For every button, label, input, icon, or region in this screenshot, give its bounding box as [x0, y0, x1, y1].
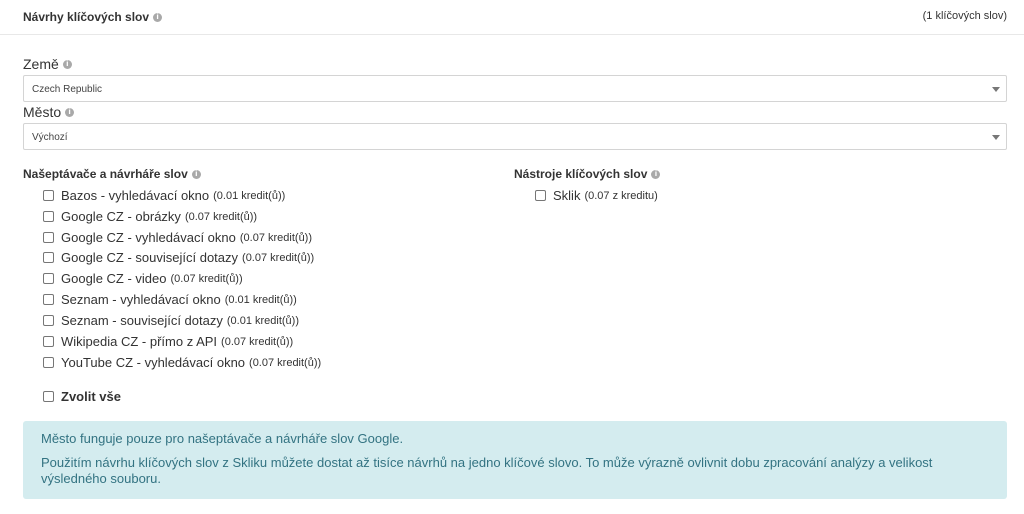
select-all-option[interactable]: Zvolit vše: [43, 389, 121, 404]
city-select-value: Výchozí: [32, 132, 68, 143]
checkbox[interactable]: [43, 357, 54, 368]
option-price: (0.07 kredit(ů)): [221, 335, 294, 348]
country-select[interactable]: Czech Republic: [23, 75, 1007, 102]
suggester-option-google-related[interactable]: Google CZ - související dotazy (0.07 kre…: [43, 250, 314, 265]
info-alert: Město funguje pouze pro našeptávače a ná…: [23, 421, 1007, 499]
option-label: Sklik: [553, 188, 581, 203]
chevron-down-icon: [992, 135, 1000, 140]
info-icon[interactable]: i: [651, 169, 661, 179]
option-price: (0.07 kredit(ů)): [239, 231, 313, 244]
checkbox[interactable]: [43, 273, 54, 284]
tool-option-sklik[interactable]: Sklik (0.07 z kreditu): [535, 188, 658, 203]
info-icon[interactable]: i: [65, 107, 75, 117]
suggester-option-bazos[interactable]: Bazos - vyhledávací okno (0.01 kredit(ů)…: [43, 188, 285, 203]
option-price: (0.07 kredit(ů)): [249, 356, 322, 369]
city-label-text: Město: [23, 104, 62, 120]
panel-title: Návrhy klíčových slov i: [23, 10, 163, 24]
checkbox[interactable]: [43, 211, 54, 222]
checkbox[interactable]: [43, 252, 54, 263]
select-all-label: Zvolit vše: [61, 389, 121, 404]
option-price: (0.07 kredit(ů)): [170, 272, 243, 285]
suggesters-title-text: Našeptávače a návrháře slov: [23, 167, 188, 181]
option-label: Seznam - vyhledávací okno: [61, 292, 221, 307]
option-label: Seznam - související dotazy: [61, 313, 223, 328]
option-label: Google CZ - obrázky: [61, 209, 181, 224]
option-price: (0.07 kredit(ů)): [184, 210, 258, 223]
option-label: Google CZ - video: [61, 271, 167, 286]
checkbox[interactable]: [535, 190, 546, 201]
info-icon[interactable]: i: [153, 12, 163, 22]
keyword-count: (1 klíčových slov): [922, 10, 1007, 22]
option-price: (0.01 kredit(ů)): [224, 293, 297, 306]
option-price: (0.07 z kreditu): [584, 189, 658, 202]
option-label: Wikipedia CZ - přímo z API: [61, 334, 218, 349]
country-label: Země i: [23, 56, 72, 72]
checkbox[interactable]: [43, 190, 54, 201]
option-price: (0.07 kredit(ů)): [242, 251, 315, 264]
chevron-down-icon: [992, 87, 1000, 92]
suggester-option-google-video[interactable]: Google CZ - video (0.07 kredit(ů)): [43, 271, 243, 286]
option-label: Google CZ - související dotazy: [61, 250, 239, 265]
suggester-option-seznam-search[interactable]: Seznam - vyhledávací okno (0.01 kredit(ů…: [43, 292, 297, 307]
suggester-option-seznam-related[interactable]: Seznam - související dotazy (0.01 kredit…: [43, 313, 299, 328]
option-price: (0.01 kredit(ů)): [213, 189, 286, 202]
checkbox[interactable]: [43, 315, 54, 326]
suggester-option-wikipedia[interactable]: Wikipedia CZ - přímo z API (0.07 kredit(…: [43, 334, 293, 349]
city-label: Město i: [23, 104, 75, 120]
option-label: Google CZ - vyhledávací okno: [61, 230, 236, 245]
panel-header: Návrhy klíčových slov i (1 klíčových slo…: [0, 0, 1024, 35]
country-label-text: Země: [23, 56, 59, 72]
info-icon[interactable]: i: [191, 169, 201, 179]
alert-line-sklik: Použitím návrhu klíčových slov z Skliku …: [41, 455, 933, 486]
checkbox[interactable]: [43, 232, 54, 243]
checkbox[interactable]: [43, 336, 54, 347]
select-all-checkbox[interactable]: [43, 391, 54, 402]
tools-title-text: Nástroje klíčových slov: [514, 167, 648, 181]
country-select-value: Czech Republic: [32, 84, 103, 95]
checkbox[interactable]: [43, 294, 54, 305]
alert-line-city: Město funguje pouze pro našeptávače a ná…: [41, 431, 404, 446]
suggester-option-google-search[interactable]: Google CZ - vyhledávací okno (0.07 kredi…: [43, 230, 312, 245]
option-label: Bazos - vyhledávací okno: [61, 188, 210, 203]
tools-title: Nástroje klíčových slov i: [514, 167, 661, 181]
suggester-option-youtube[interactable]: YouTube CZ - vyhledávací okno (0.07 kred…: [43, 355, 321, 370]
panel-title-text: Návrhy klíčových slov: [23, 10, 150, 24]
city-select[interactable]: Výchozí: [23, 123, 1007, 150]
suggester-option-google-images[interactable]: Google CZ - obrázky (0.07 kredit(ů)): [43, 209, 257, 224]
keyword-suggestions-panel: Návrhy klíčových slov i (1 klíčových slo…: [0, 0, 1024, 514]
option-label: YouTube CZ - vyhledávací okno: [61, 355, 246, 370]
info-icon[interactable]: i: [62, 59, 72, 69]
option-price: (0.01 kredit(ů)): [226, 314, 299, 327]
suggesters-title: Našeptávače a návrháře slov i: [23, 167, 201, 181]
